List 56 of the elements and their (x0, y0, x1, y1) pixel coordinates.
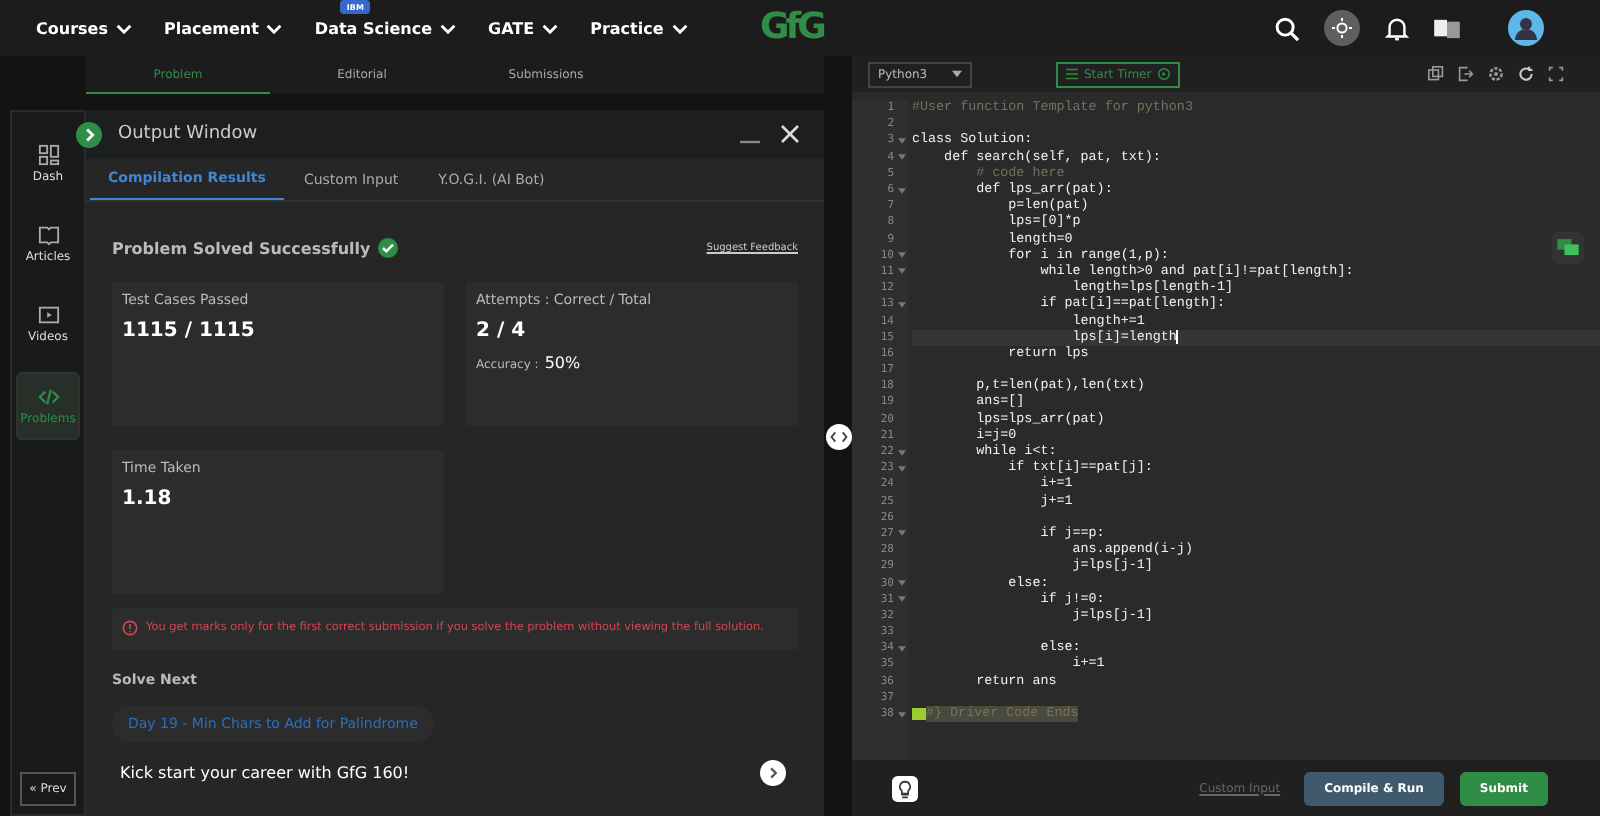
settings-icon[interactable] (1488, 66, 1504, 82)
fold-arrow-icon[interactable] (898, 711, 906, 718)
card-value: 1115 / 1115 (122, 320, 257, 342)
fold-arrow-icon[interactable] (898, 137, 906, 144)
nav-menu-item[interactable]: Courses (36, 19, 132, 37)
chevron-right-icon[interactable] (760, 759, 786, 786)
fold-arrow-icon[interactable] (898, 530, 906, 537)
lightbulb-icon[interactable] (892, 775, 918, 801)
nav-menu-item[interactable]: Placement (163, 19, 283, 37)
chevron-down-icon (266, 23, 283, 33)
fullscreen-icon[interactable] (1548, 66, 1564, 82)
result-status: Problem Solved Successfully (112, 239, 371, 257)
nav-menu-item[interactable]: GATE (488, 19, 559, 37)
fold-arrow-icon[interactable] (898, 268, 906, 275)
fold-arrow-icon[interactable] (898, 580, 906, 587)
caret-icon (952, 70, 962, 78)
book-icon (37, 224, 59, 246)
dashboard-icon (37, 144, 59, 166)
text-cursor-marker (912, 708, 926, 721)
card-value: 1.18 (122, 488, 174, 510)
fold-arrow-icon[interactable] (898, 187, 906, 194)
chevron-down-icon (671, 23, 688, 33)
fold-arrow-icon[interactable] (898, 645, 906, 652)
fold-arrow-icon[interactable] (898, 301, 906, 308)
list-icon (1066, 68, 1078, 80)
code-icon (37, 386, 59, 408)
expand-icon[interactable] (76, 122, 102, 148)
window-title: Output Window (118, 124, 260, 144)
chevron-down-icon (542, 23, 559, 33)
fold-arrow-icon[interactable] (898, 449, 906, 456)
chat-icon[interactable] (1552, 232, 1584, 264)
video-icon (37, 304, 59, 326)
chevron-down-icon (115, 23, 132, 33)
theme-toggle-icon[interactable] (1324, 10, 1360, 46)
play-circle-icon (1157, 68, 1170, 80)
chevron-down-icon (440, 23, 457, 33)
export-icon[interactable] (1458, 66, 1474, 82)
search-icon[interactable] (1274, 15, 1300, 41)
fold-arrow-icon[interactable] (898, 596, 906, 603)
info-icon (122, 620, 138, 637)
translate-icon[interactable] (1434, 17, 1460, 39)
card-value: 2 / 4 (476, 320, 528, 342)
fold-arrow-icon[interactable] (898, 252, 906, 259)
fold-arrow-icon[interactable] (898, 465, 906, 472)
bell-icon[interactable] (1384, 15, 1410, 41)
promo-text: Kick start your career with GfG 160! (120, 763, 412, 782)
fold-arrow-icon[interactable] (898, 154, 906, 161)
resize-handle-icon[interactable] (825, 423, 851, 449)
reset-icon[interactable] (1518, 66, 1534, 82)
close-icon[interactable] (780, 124, 800, 144)
check-circle-icon (378, 238, 399, 258)
accuracy-value: 50% (544, 354, 581, 372)
nav-menu-item[interactable]: Practice (590, 19, 688, 37)
site-logo[interactable]: GfG (760, 6, 823, 48)
user-avatar[interactable] (1508, 10, 1544, 46)
copy-icon[interactable] (1428, 66, 1444, 82)
